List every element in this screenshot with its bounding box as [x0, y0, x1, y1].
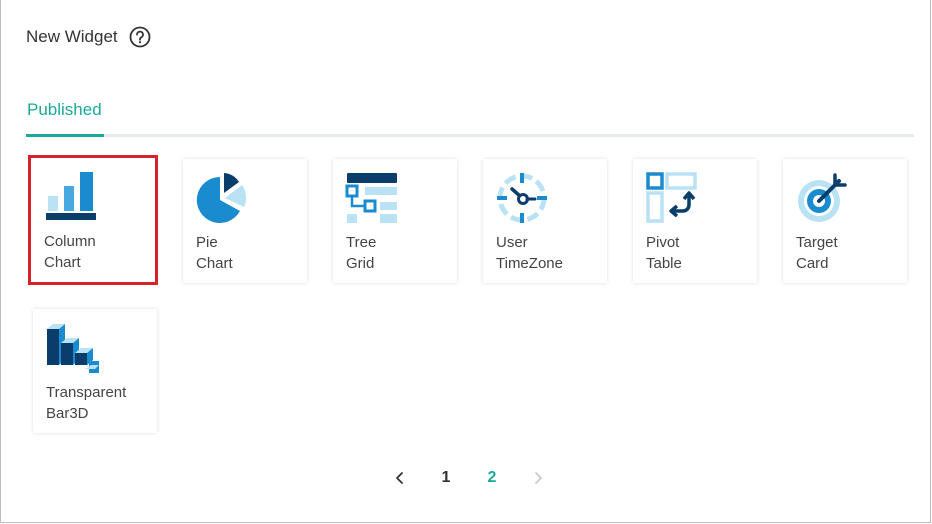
widget-card-transparent-bar3d[interactable]: Transparent Bar3D [33, 309, 157, 433]
widget-label: Column Chart [44, 233, 96, 271]
tree-grid-icon [345, 173, 397, 223]
active-tab-indicator [26, 134, 104, 137]
page-2-button[interactable]: 2 [481, 465, 503, 491]
dialog-title: New Widget [26, 27, 118, 46]
transparent-bar3d-icon [47, 324, 99, 373]
widget-card-user-timezone[interactable]: User TimeZone [483, 159, 607, 283]
target-card-icon [798, 173, 847, 222]
widget-card-pie-chart[interactable]: Pie Chart [183, 159, 307, 283]
widget-label: Tree Grid [346, 234, 377, 272]
widget-card-pivot-table[interactable]: Pivot Table [633, 159, 757, 283]
dialog-header: New Widget [26, 24, 151, 50]
widget-card-target-card[interactable]: Target Card [783, 159, 907, 283]
user-timezone-icon [497, 173, 547, 223]
pivot-table-icon [646, 172, 697, 223]
tab-published-label: Published [27, 100, 102, 119]
column-chart-icon [46, 172, 96, 220]
tab-published[interactable]: Published [26, 90, 104, 137]
pie-chart-icon [196, 173, 247, 223]
prev-page-button[interactable] [389, 465, 411, 491]
widget-label: Pie Chart [196, 234, 233, 272]
new-widget-dialog: New Widget Published Column Chart Pie Ch… [0, 0, 931, 523]
chevron-left-icon [396, 472, 403, 484]
chevron-right-icon [535, 472, 542, 484]
widget-label: Pivot Table [646, 234, 682, 272]
widget-card-column-chart[interactable]: Column Chart [28, 155, 158, 285]
widget-label: User TimeZone [496, 234, 563, 272]
tab-bar: Published [26, 90, 914, 137]
page-1-button[interactable]: 1 [435, 465, 457, 491]
next-page-button[interactable] [527, 465, 549, 491]
pagination: 1 2 [389, 465, 573, 491]
question-circle-icon[interactable] [129, 26, 151, 48]
widget-label: Target Card [796, 234, 838, 272]
widget-label: Transparent Bar3D [46, 384, 127, 422]
widget-card-tree-grid[interactable]: Tree Grid [333, 159, 457, 283]
